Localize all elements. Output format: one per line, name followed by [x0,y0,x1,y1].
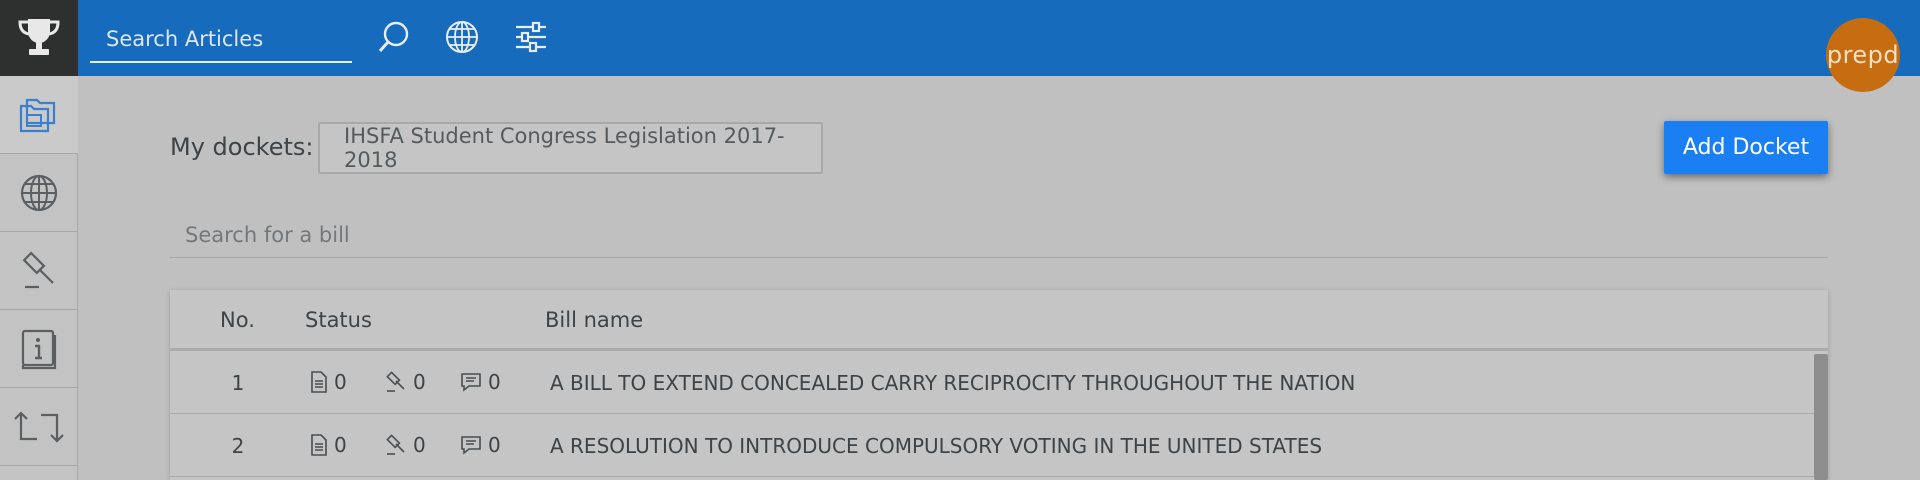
my-dockets-label: My dockets: [170,133,314,161]
header-status[interactable]: Status [305,308,372,332]
search-icon[interactable] [376,19,412,55]
sidebar-item-legislation[interactable] [0,232,78,310]
info-book-icon [21,329,57,369]
gavel-icon [386,371,405,392]
gavel-icon [386,434,405,455]
doc-count: 0 [310,433,347,457]
sidebar [0,0,78,480]
add-docket-button[interactable]: Add Docket [1664,121,1828,174]
doc-count: 0 [310,370,347,394]
table-row[interactable]: 1 0 0 0 A BILL TO EXTEND CONCEALED CARRY… [170,351,1828,414]
header-no[interactable]: No. [220,308,255,332]
comment-icon [461,373,481,392]
sidebar-item-dockets[interactable] [0,76,78,154]
gavel-count: 0 [385,370,426,394]
docket-select[interactable]: IHSFA Student Congress Legislation 2017-… [318,122,823,174]
sidebar-item-info[interactable] [0,310,78,388]
bill-search [170,213,1828,258]
row-number: 2 [231,434,245,458]
bills-table: No. Status Bill name 1 0 0 0 A BILL TO E… [170,290,1828,480]
row-number: 1 [231,371,245,395]
comment-icon [461,436,481,455]
globe-icon [20,174,58,211]
trophy-icon [18,19,60,55]
gavel-count: 0 [385,433,426,457]
sidebar-item-world[interactable] [0,154,78,232]
top-bar: prepd [78,0,1920,92]
bill-name[interactable]: A BILL TO EXTEND CONCEALED CARRY RECIPRO… [550,371,1355,395]
article-search [90,16,352,63]
switch-arrows-icon [14,410,64,443]
table-scrollbar[interactable] [1814,354,1828,480]
header-bill-name[interactable]: Bill name [545,308,643,332]
folders-icon [19,98,56,132]
search-articles-input[interactable] [90,16,352,61]
globe-icon[interactable] [444,19,480,55]
comment-count: 0 [460,433,501,457]
table-row[interactable]: 2 0 0 0 A RESOLUTION TO INTRODUCE COMPUL… [170,414,1828,477]
comment-count: 0 [460,370,501,394]
bill-search-input[interactable] [170,213,1828,257]
gavel-icon [22,251,54,288]
trophy-logo[interactable] [0,0,78,76]
bill-name[interactable]: A RESOLUTION TO INTRODUCE COMPULSORY VOT… [550,434,1322,458]
table-header: No. Status Bill name [170,290,1828,351]
filter-sliders-icon[interactable] [513,19,549,55]
user-avatar[interactable]: prepd [1826,18,1900,92]
document-icon [311,371,327,393]
document-icon [311,434,327,456]
docket-select-value: IHSFA Student Congress Legislation 2017-… [344,124,785,172]
sidebar-item-switch[interactable] [0,388,78,466]
